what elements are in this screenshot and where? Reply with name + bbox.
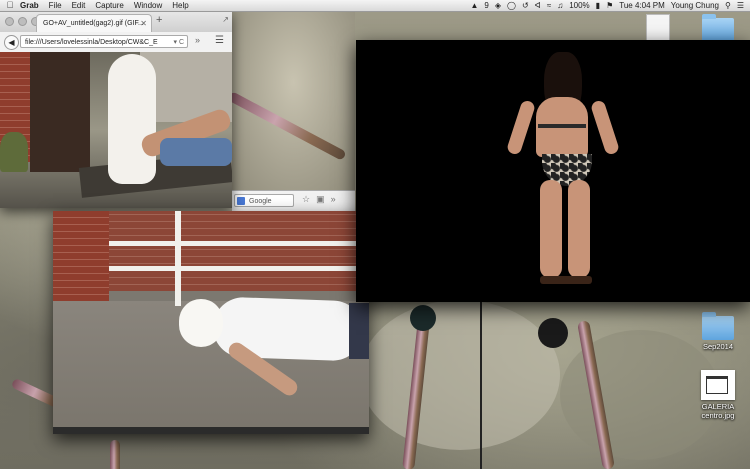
tab-bar: GO+AV_untitled(gag2).gif (GIF... ✕ + ↗ bbox=[0, 11, 232, 32]
window-bottom-bar bbox=[53, 427, 369, 434]
desktop-folder-sep2014[interactable]: Sep2014 bbox=[688, 312, 748, 351]
menu-app-name[interactable]: Grab bbox=[20, 0, 39, 11]
close-window-button[interactable] bbox=[5, 17, 14, 26]
sync-icon[interactable]: ◯ bbox=[507, 0, 516, 11]
speaker-orb bbox=[538, 318, 568, 348]
menu-capture[interactable]: Capture bbox=[95, 0, 123, 11]
time-machine-icon[interactable]: ↺ bbox=[522, 0, 529, 11]
potted-plant bbox=[0, 132, 28, 172]
menu-window[interactable]: Window bbox=[134, 0, 162, 11]
desktop-icon-label: GALERIA centro.jpg bbox=[701, 402, 735, 420]
url-text: file:///Users/lovelessinla/Desktop/CW&C_… bbox=[25, 39, 158, 46]
folder-icon bbox=[702, 14, 734, 42]
bookmark-star-icon[interactable]: ☆ bbox=[302, 194, 310, 205]
document-icon bbox=[646, 14, 670, 42]
dropbox-icon[interactable]: ◈ bbox=[495, 0, 501, 11]
menu-file[interactable]: File bbox=[49, 0, 62, 11]
desktop-document[interactable] bbox=[628, 14, 688, 42]
railing-post bbox=[175, 211, 181, 306]
google-icon[interactable] bbox=[237, 197, 245, 205]
battery-text[interactable]: 100% bbox=[569, 0, 589, 11]
search-input[interactable]: Google bbox=[234, 194, 294, 207]
video-preview-window bbox=[356, 40, 750, 302]
menu-edit[interactable]: Edit bbox=[72, 0, 86, 11]
browser-window: GO+AV_untitled(gag2).gif (GIF... ✕ + ↗ ◀… bbox=[0, 11, 232, 208]
person-jeans bbox=[349, 303, 369, 359]
evernote-icon[interactable]: ▲ bbox=[470, 0, 478, 11]
desktop-file-galeria[interactable]: GALERIA centro.jpg bbox=[688, 370, 748, 420]
fullscreen-icon[interactable]: ↗ bbox=[222, 15, 229, 24]
apple-icon[interactable]:  bbox=[0, 0, 20, 11]
menu-help[interactable]: Help bbox=[172, 0, 188, 11]
wifi-icon[interactable]: ≈ bbox=[547, 0, 551, 11]
menu-icon[interactable]: ☰ bbox=[215, 35, 224, 46]
url-input[interactable]: file:///Users/lovelessinla/Desktop/CW&C_… bbox=[20, 35, 188, 48]
back-button[interactable]: ◀ bbox=[4, 35, 19, 50]
spotlight-icon[interactable]: ⚲ bbox=[725, 0, 731, 11]
person-reclining bbox=[108, 54, 156, 184]
image-preview-window bbox=[53, 211, 369, 434]
bluetooth-icon[interactable]: ᐊ bbox=[535, 0, 541, 11]
volume-icon[interactable]: ♫ bbox=[557, 0, 563, 11]
tab-title: GO+AV_untitled(gag2).gif (GIF... bbox=[43, 20, 144, 27]
person-jeans bbox=[160, 138, 232, 166]
notification-badge[interactable]: 9 bbox=[484, 0, 488, 11]
flag-icon[interactable]: ⚑ bbox=[606, 0, 613, 11]
railing-bar bbox=[109, 241, 369, 246]
image-file-icon bbox=[701, 370, 735, 400]
doorway bbox=[30, 52, 90, 172]
head-wrapped bbox=[179, 299, 223, 347]
figure-arm-right bbox=[589, 99, 621, 156]
folder-icon bbox=[702, 312, 734, 340]
window-controls bbox=[5, 17, 40, 26]
browser-window-background: Google ☆ ▣ » bbox=[232, 11, 355, 211]
menu-bar:  Grab File Edit Capture Window Help ▲ 9… bbox=[0, 0, 750, 12]
overflow-chevron-icon[interactable]: » bbox=[331, 194, 336, 205]
decorated-stick bbox=[110, 440, 120, 469]
figure-shoes bbox=[540, 276, 592, 284]
railing-bar bbox=[109, 266, 369, 271]
search-toolbar: Google ☆ ▣ » bbox=[232, 190, 355, 211]
new-tab-button[interactable]: + bbox=[156, 14, 162, 26]
brick-wall bbox=[103, 211, 369, 291]
standing-figure bbox=[505, 52, 621, 292]
gif-viewport bbox=[0, 52, 232, 208]
notification-center-icon[interactable]: ☰ bbox=[737, 0, 744, 11]
overflow-chevron-icon[interactable]: » bbox=[195, 35, 200, 45]
figure-leg-left bbox=[540, 180, 562, 278]
desktop-icon-label: Sep2014 bbox=[702, 342, 734, 351]
toolbar-icons: ☆ ▣ » bbox=[302, 194, 336, 205]
battery-icon[interactable]: ▮ bbox=[596, 0, 600, 11]
navigation-bar: ◀ file:///Users/lovelessinla/Desktop/CW&… bbox=[0, 32, 232, 53]
minimize-window-button[interactable] bbox=[18, 17, 27, 26]
reload-icon[interactable]: ▾ C bbox=[173, 36, 184, 47]
user-name[interactable]: Young Chung bbox=[671, 0, 719, 11]
clock[interactable]: Tue 4:04 PM bbox=[619, 0, 665, 11]
figure-leg-right bbox=[568, 180, 590, 278]
figure-top-strap bbox=[538, 124, 586, 128]
hanging-cable bbox=[480, 300, 482, 469]
menu-bar-status-area: ▲ 9 ◈ ◯ ↺ ᐊ ≈ ♫ 100% ▮ ⚑ Tue 4:04 PM You… bbox=[470, 0, 744, 11]
speaker-orb bbox=[410, 305, 436, 331]
clipboard-icon[interactable]: ▣ bbox=[316, 194, 325, 205]
wall-stain bbox=[360, 300, 560, 450]
figure-arm-left bbox=[505, 99, 537, 156]
close-tab-icon[interactable]: ✕ bbox=[140, 15, 147, 32]
tab-active[interactable]: GO+AV_untitled(gag2).gif (GIF... ✕ bbox=[36, 14, 152, 32]
search-placeholder: Google bbox=[249, 198, 272, 205]
